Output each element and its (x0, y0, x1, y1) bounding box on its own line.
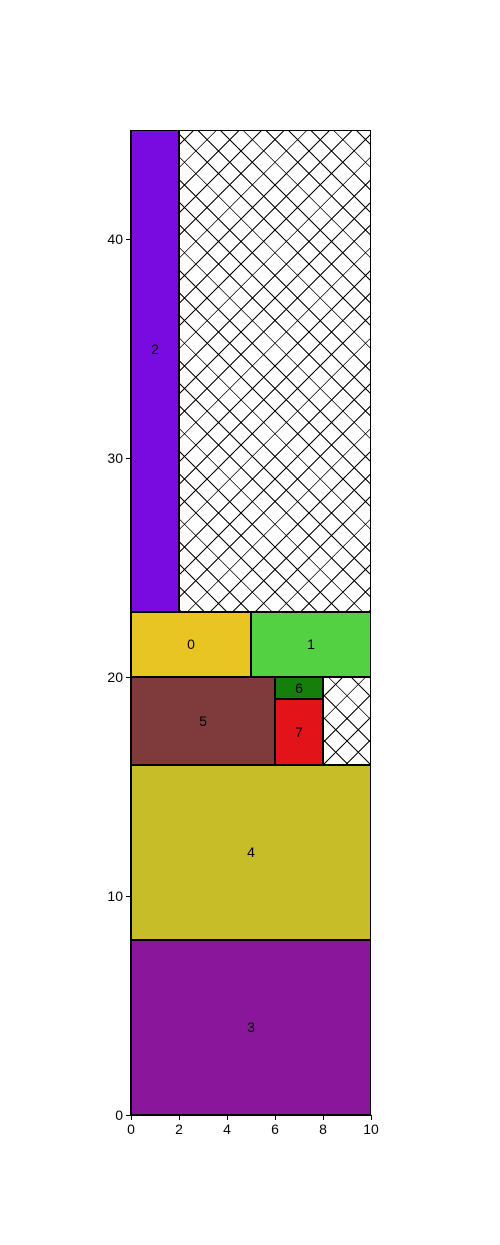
rect-label-6: 6 (295, 680, 303, 696)
xtick-label: 4 (223, 1115, 231, 1137)
rect-h2 (179, 130, 371, 612)
rect-label-3: 3 (247, 1019, 255, 1035)
plot-area: 012345670102030400246810 (130, 130, 371, 1116)
xtick-label: 2 (175, 1115, 183, 1137)
ytick-label: 0 (83, 1107, 131, 1123)
ytick-label: 10 (83, 888, 131, 904)
ytick-label: 20 (83, 669, 131, 685)
rect-label-1: 1 (307, 636, 315, 652)
ytick-label: 30 (83, 450, 131, 466)
xtick-label: 0 (127, 1115, 135, 1137)
rect-h7 (323, 677, 371, 765)
rect-label-7: 7 (295, 724, 303, 740)
rect-label-0: 0 (187, 636, 195, 652)
rect-label-2: 2 (151, 341, 159, 357)
rect-label-5: 5 (199, 713, 207, 729)
rect-label-4: 4 (247, 844, 255, 860)
xtick-label: 10 (363, 1115, 379, 1137)
xtick-label: 8 (319, 1115, 327, 1137)
ytick-label: 40 (83, 231, 131, 247)
xtick-label: 6 (271, 1115, 279, 1137)
rect-2 (131, 130, 179, 612)
figure: 0 1 2 3 4 5 6 7 0 10 20 30 40 0 2 4 6 8 10 (0, 0, 500, 1245)
